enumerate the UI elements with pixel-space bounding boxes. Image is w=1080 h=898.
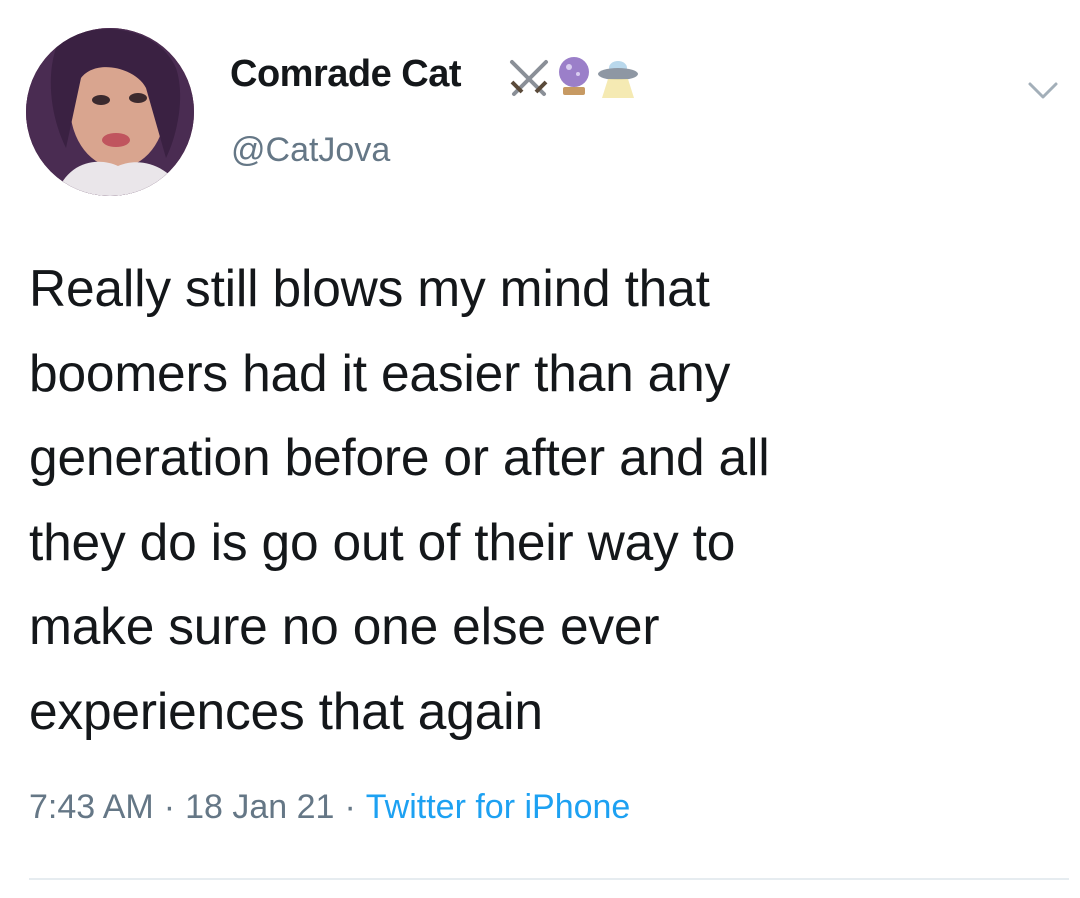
tweet-text-line: boomers had it easier than any	[29, 343, 731, 402]
tweet-card: Comrade Cat @CatJova Really still blows …	[0, 0, 1080, 898]
tweet-text-line: generation before or after and all	[29, 428, 770, 486]
tweet-meta: 7:43 AM · 18 Jan 21 · Twitter for iPhone	[29, 788, 630, 827]
tweet-text-line: Really still blows my mind that	[29, 259, 710, 317]
meta-separator: ·	[163, 788, 176, 826]
chevron-down-icon[interactable]	[1026, 80, 1060, 102]
crystal-ball-icon	[559, 57, 589, 95]
avatar-image	[26, 28, 194, 196]
tweet-time[interactable]: 7:43 AM	[29, 788, 154, 826]
crossed-swords-icon	[510, 60, 548, 96]
tweet-text-line: make sure no one else ever	[29, 597, 660, 655]
tweet-text-line: experiences that again	[29, 681, 543, 740]
tweet-source-link[interactable]: Twitter for iPhone	[366, 788, 631, 826]
author-handle[interactable]: @CatJova	[231, 131, 390, 170]
tweet-text: Really still blows my mind that boomers …	[29, 246, 1059, 753]
tweet-text-line: they do is go out of their way to	[29, 512, 736, 571]
ufo-icon	[598, 61, 638, 98]
name-emojis	[506, 52, 640, 102]
meta-separator: ·	[344, 788, 356, 826]
divider	[29, 878, 1069, 880]
author-display-name[interactable]: Comrade Cat	[230, 53, 462, 96]
avatar[interactable]	[26, 28, 194, 196]
tweet-date[interactable]: 18 Jan 21	[185, 788, 334, 826]
